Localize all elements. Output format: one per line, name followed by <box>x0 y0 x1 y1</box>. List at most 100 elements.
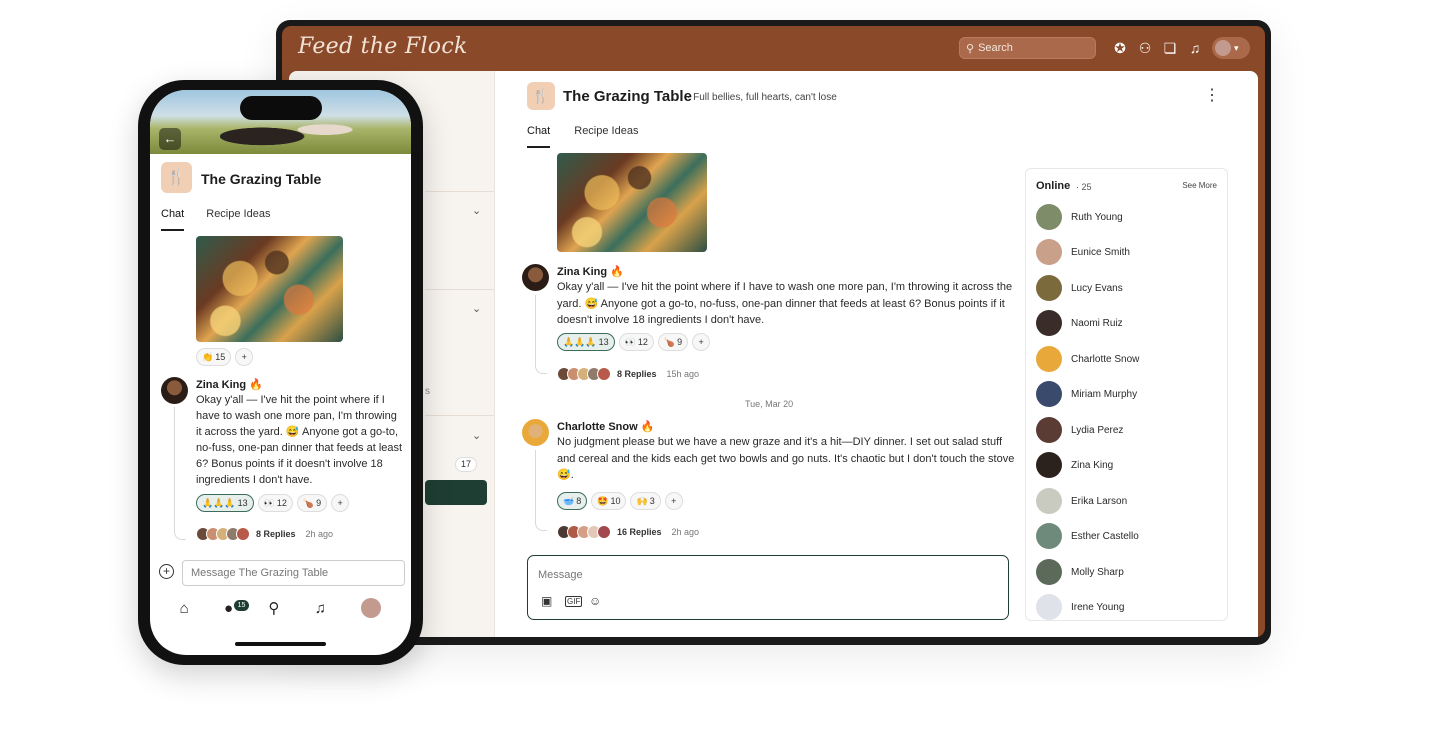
home-icon[interactable]: ⌂ <box>180 600 189 617</box>
online-user[interactable]: Ruth Young <box>1036 204 1123 230</box>
see-more-link[interactable]: See More <box>1182 181 1217 190</box>
reaction-emoji: 🍗 <box>663 336 676 347</box>
reaction-pill[interactable]: 🙏🙏🙏 13 <box>196 494 254 512</box>
food-photo[interactable] <box>557 153 707 252</box>
food-photo[interactable] <box>196 236 343 342</box>
online-user[interactable]: Naomi Ruiz <box>1036 310 1123 336</box>
tab-recipe-ideas[interactable]: Recipe Ideas <box>574 125 638 148</box>
app-frame: Feed the Flock ⚲ Search ✪ ⚇ ❏ ♫ ▾ ⌄ ⌄ s … <box>282 26 1265 637</box>
star-circle-icon[interactable]: ✪ <box>1112 40 1128 56</box>
avatar[interactable] <box>161 377 188 404</box>
channel-subtitle: · Full bellies, full hearts, can't lose <box>687 92 837 103</box>
online-user[interactable]: Irene Young <box>1036 594 1124 620</box>
online-user[interactable]: Erika Larson <box>1036 488 1127 514</box>
chat-bubbles-icon[interactable]: ❏ <box>1162 40 1178 56</box>
reaction-emoji: 👀 <box>263 497 275 508</box>
online-user[interactable]: Lydia Perez <box>1036 417 1123 443</box>
thread-replies[interactable]: 8 Replies 15h ago <box>557 367 699 381</box>
date-divider: Tue, Mar 20 <box>745 399 794 409</box>
thread-curve <box>535 360 547 374</box>
image-icon[interactable]: ▣ <box>541 594 552 608</box>
online-user[interactable]: Charlotte Snow <box>1036 346 1139 372</box>
reaction-count: 8 <box>576 496 582 506</box>
fire-badge-icon: 🔥 <box>640 421 655 433</box>
reply-time: 2h ago <box>305 529 334 539</box>
profile-avatar[interactable] <box>361 598 382 618</box>
chat-icon[interactable]: ● <box>224 600 233 617</box>
add-reaction-button[interactable]: + <box>664 492 683 510</box>
divider <box>425 191 494 192</box>
bell-icon[interactable]: ♫ <box>315 600 326 617</box>
user-name: Naomi Ruiz <box>1071 317 1123 329</box>
chevron-down-icon[interactable]: ⌄ <box>472 429 481 442</box>
reaction-pill[interactable]: 👀 12 <box>618 333 654 351</box>
online-user[interactable]: Eunice Smith <box>1036 239 1130 265</box>
reaction-pill[interactable]: 🤩 10 <box>591 492 627 510</box>
author-name: Zina King <box>196 379 247 391</box>
gif-icon[interactable]: GIF <box>565 596 583 607</box>
author-name: Zina King <box>557 266 608 278</box>
add-reaction-button[interactable]: + <box>235 348 254 366</box>
add-user-icon[interactable]: ⚇ <box>1137 40 1153 56</box>
fork-knife-icon: 🍴 <box>527 82 555 110</box>
user-name: Lucy Evans <box>1071 282 1123 294</box>
search-box[interactable]: ⚲ Search <box>959 37 1096 59</box>
channel-title: The Grazing Table <box>563 88 692 105</box>
message-composer[interactable]: Message ▣ GIF ☺ <box>527 555 1009 620</box>
message-author[interactable]: Zina King 🔥 <box>196 378 263 391</box>
reaction-pill[interactable]: 👏 15 <box>196 348 232 366</box>
message-text: Okay y'all — I've hit the point where if… <box>196 394 403 486</box>
search-placeholder: Search <box>978 42 1013 54</box>
brand-logo[interactable]: Feed the Flock <box>298 34 468 59</box>
home-indicator <box>235 642 326 646</box>
reaction-pill[interactable]: 🥣 8 <box>557 492 588 510</box>
online-user[interactable]: Zina King <box>1036 452 1113 478</box>
reaction-pill[interactable]: 👀 12 <box>257 494 293 512</box>
add-reaction-button[interactable]: + <box>692 333 711 351</box>
message-author[interactable]: Zina King 🔥 <box>557 265 624 278</box>
marketing-stage: Feed the Flock ⚲ Search ✪ ⚇ ❏ ♫ ▾ ⌄ ⌄ s … <box>0 0 1440 730</box>
thread-curve <box>174 526 186 540</box>
avatar <box>1036 310 1062 336</box>
tab-recipe-ideas[interactable]: Recipe Ideas <box>206 208 270 231</box>
message-author[interactable]: Charlotte Snow 🔥 <box>557 420 654 433</box>
reaction-pill[interactable]: 🙏🙏🙏 13 <box>557 333 615 351</box>
avatar[interactable] <box>522 264 549 291</box>
emoji-icon[interactable]: ☺ <box>589 594 601 608</box>
thread-replies[interactable]: 16 Replies 2h ago <box>557 525 699 539</box>
author-name: Charlotte Snow <box>557 421 638 433</box>
reaction-emoji: 🙏🙏🙏 <box>202 497 236 508</box>
channel-tabs: Chat Recipe Ideas <box>161 208 270 231</box>
add-reaction-button[interactable]: + <box>331 494 350 512</box>
more-options-icon[interactable]: ⋮ <box>1204 85 1220 105</box>
message-text: No judgment please but we have a new gra… <box>557 436 1015 481</box>
phone-device: ← 🍴 The Grazing Table Chat Recipe Ideas … <box>138 80 423 665</box>
bell-icon[interactable]: ♫ <box>1187 40 1203 56</box>
separator: · <box>687 92 691 103</box>
reaction-emoji: 🍗 <box>302 497 315 508</box>
chevron-down-icon[interactable]: ⌄ <box>472 204 481 217</box>
reply-avatars <box>196 527 250 541</box>
thread-line <box>535 450 536 517</box>
tab-chat[interactable]: Chat <box>527 125 551 148</box>
reaction-pill[interactable]: 🙌 3 <box>630 492 661 510</box>
tab-chat[interactable]: Chat <box>161 208 185 231</box>
sidebar-item-active[interactable] <box>425 480 487 505</box>
message-composer[interactable]: Message The Grazing Table <box>182 560 405 586</box>
chevron-down-icon: ▾ <box>1234 42 1239 53</box>
online-user[interactable]: Esther Castello <box>1036 523 1139 549</box>
thread-replies[interactable]: 8 Replies 2h ago <box>196 527 333 541</box>
search-icon[interactable]: ⚲ <box>268 599 279 617</box>
online-user[interactable]: Molly Sharp <box>1036 559 1124 585</box>
back-arrow-icon[interactable]: ← <box>159 128 181 150</box>
avatar[interactable] <box>522 419 549 446</box>
add-attachment-icon[interactable]: + <box>159 564 174 579</box>
online-user[interactable]: Miriam Murphy <box>1036 381 1137 407</box>
reaction-pill[interactable]: 🍗 9 <box>296 494 328 512</box>
account-menu[interactable]: ▾ <box>1212 37 1250 59</box>
reply-count: 16 Replies <box>617 527 662 537</box>
online-user[interactable]: Lucy Evans <box>1036 275 1123 301</box>
chevron-down-icon[interactable]: ⌄ <box>472 302 481 315</box>
unread-badge: 17 <box>455 457 477 472</box>
reaction-pill[interactable]: 🍗 9 <box>657 333 689 351</box>
